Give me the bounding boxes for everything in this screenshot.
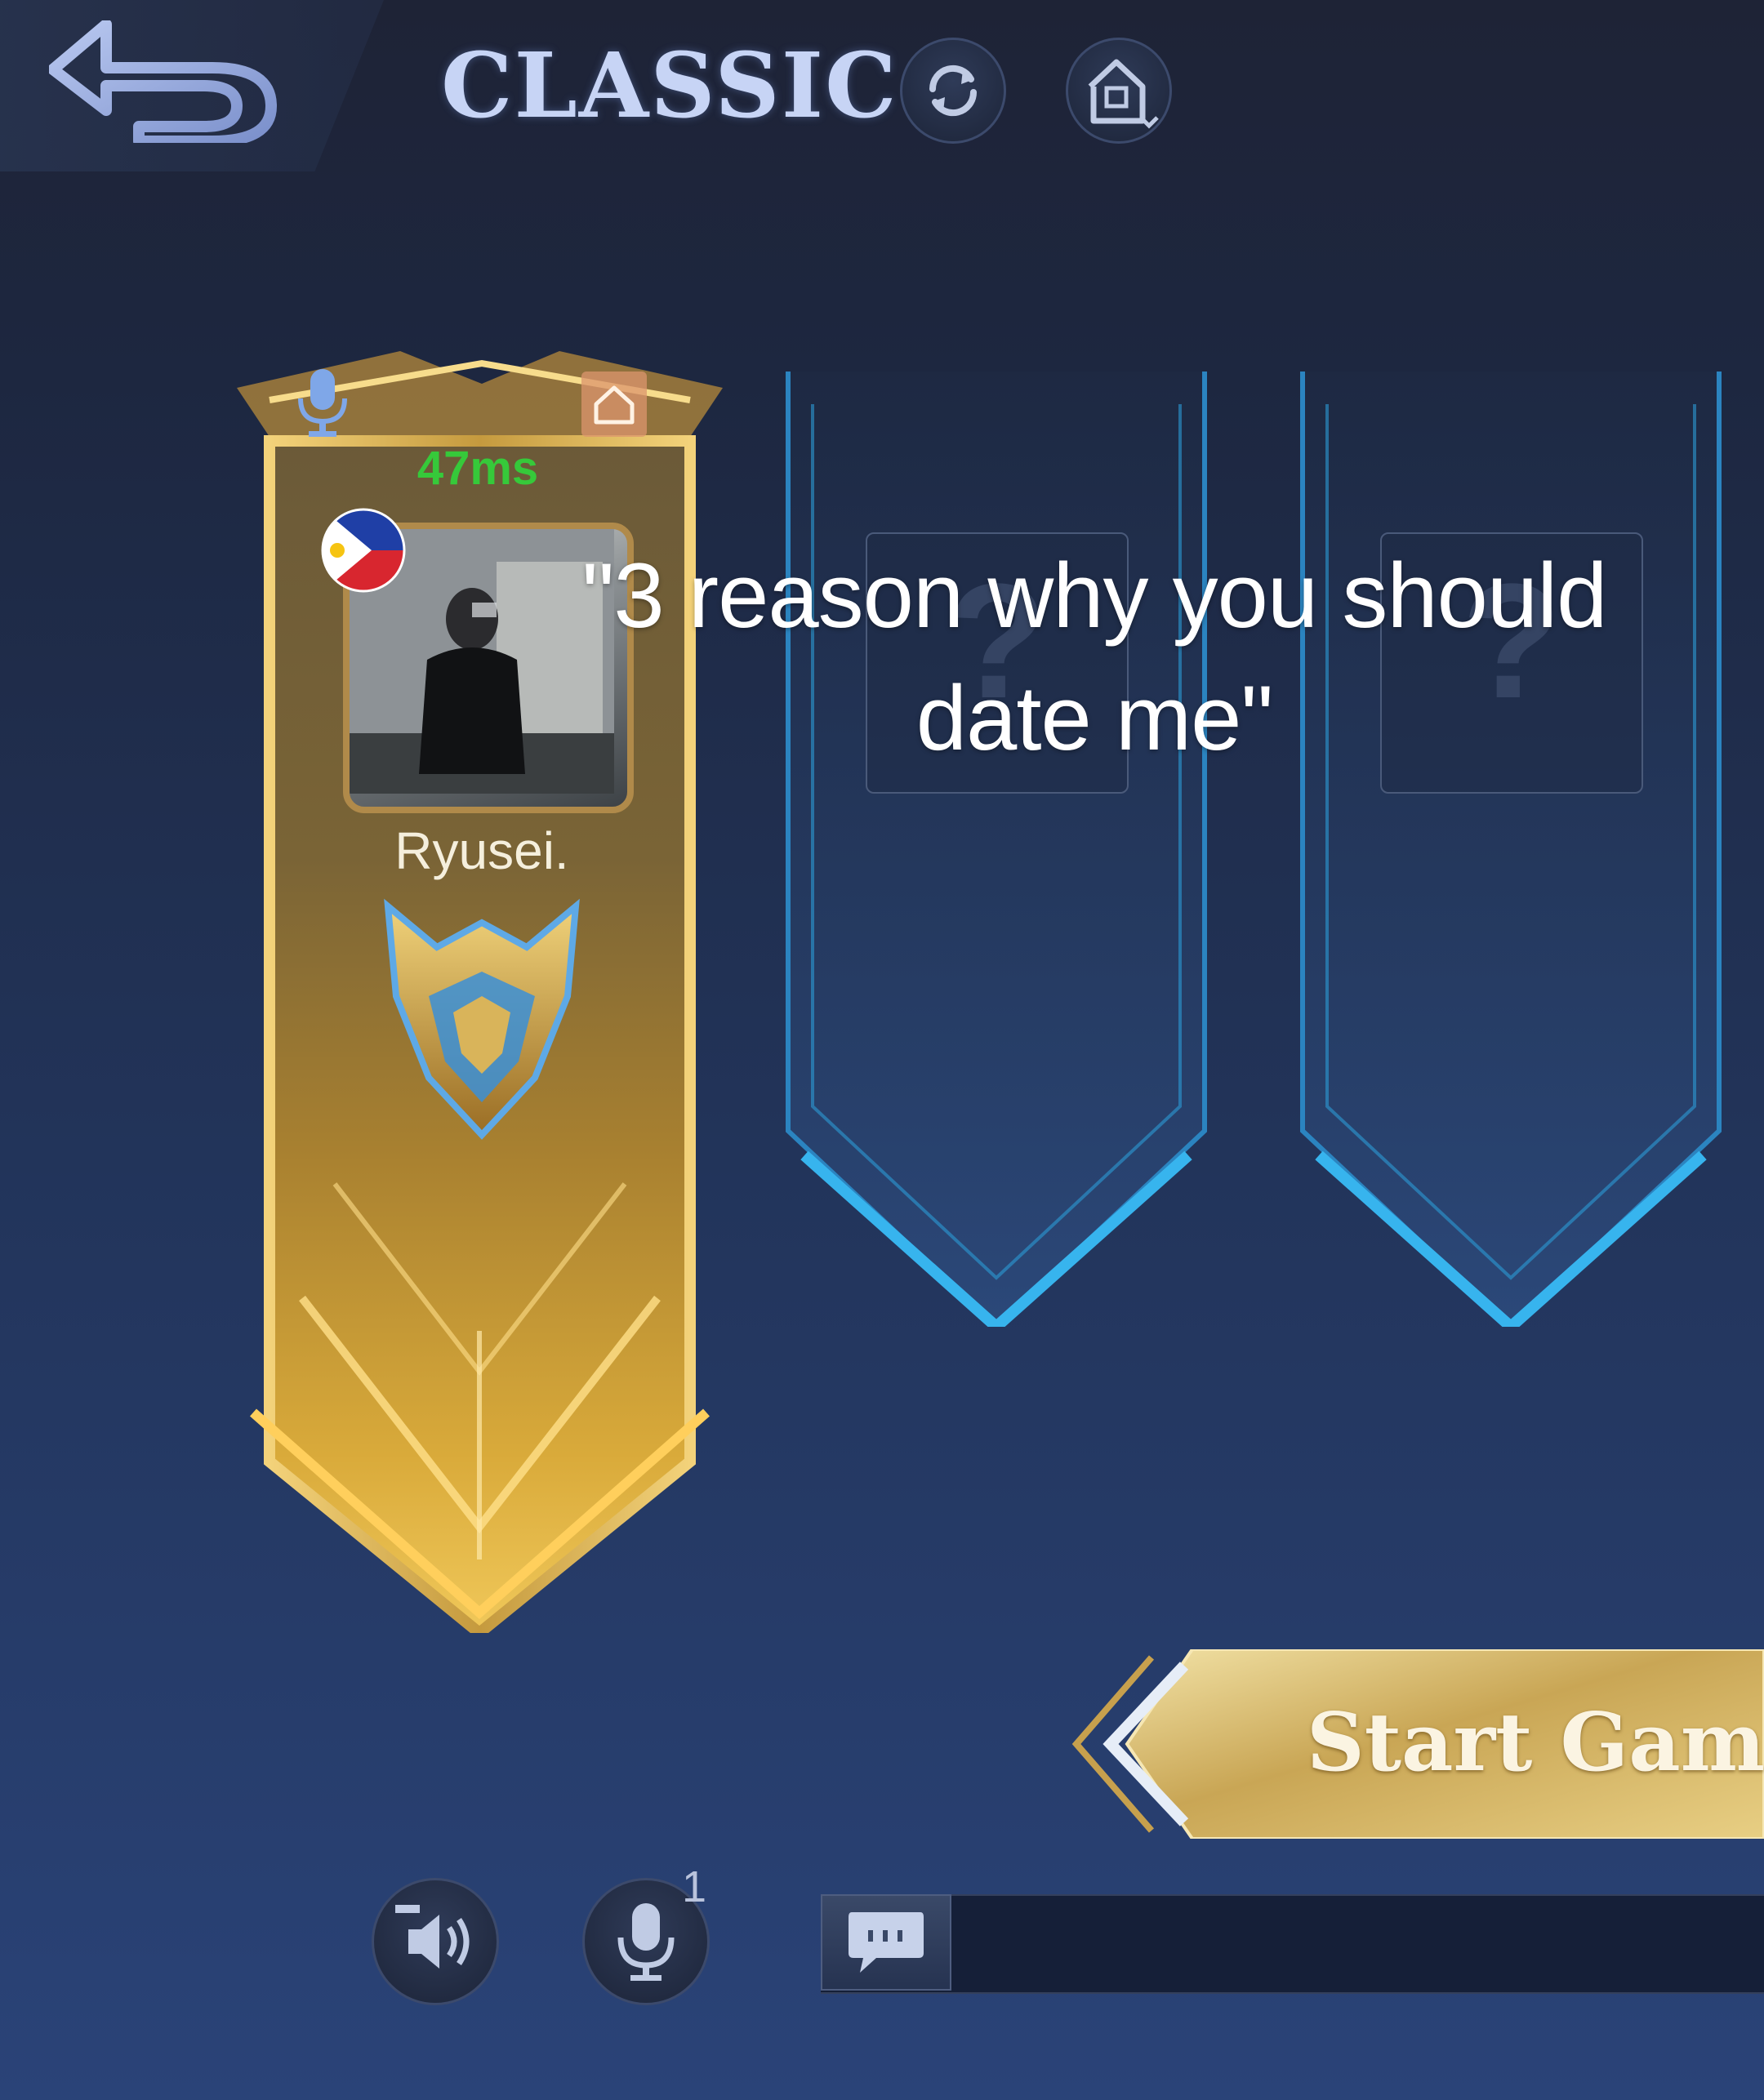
microphone-icon	[617, 1903, 675, 1981]
rank-emblem-icon	[384, 898, 580, 1140]
empty-slot-3[interactable]	[1294, 372, 1727, 1327]
room-owner-badge	[581, 372, 647, 437]
ping-indicator: 47ms	[416, 442, 539, 495]
player-mic-icon	[298, 369, 347, 437]
house-dropdown-icon	[1088, 59, 1159, 129]
room-settings-button[interactable]	[1066, 38, 1172, 144]
game-mode-title: CLASSIC	[441, 33, 898, 138]
caption-line-2: date me"	[915, 667, 1273, 769]
start-game-label[interactable]: Start Game	[1307, 1690, 1764, 1796]
house-icon	[594, 385, 635, 425]
caption-line-1: "3 reason why you should	[581, 545, 1608, 647]
player-name: Ryusei.	[394, 821, 569, 880]
chat-button[interactable]	[821, 1894, 951, 1991]
refresh-button[interactable]	[900, 38, 1006, 144]
refresh-icon	[929, 65, 978, 117]
empty-slot-2[interactable]	[780, 372, 1213, 1327]
chat-bubble-icon	[849, 1912, 924, 1973]
chat-input-bar[interactable]	[821, 1894, 1764, 1994]
back-arrow-icon[interactable]	[49, 20, 278, 143]
video-caption: "3 reason why you should date me"	[523, 535, 1666, 780]
mic-count-badge: 1	[682, 1862, 707, 1911]
speaker-icon	[395, 1905, 470, 1969]
speaker-toggle-button[interactable]	[372, 1878, 499, 2005]
philippines-flag-icon	[321, 508, 406, 593]
